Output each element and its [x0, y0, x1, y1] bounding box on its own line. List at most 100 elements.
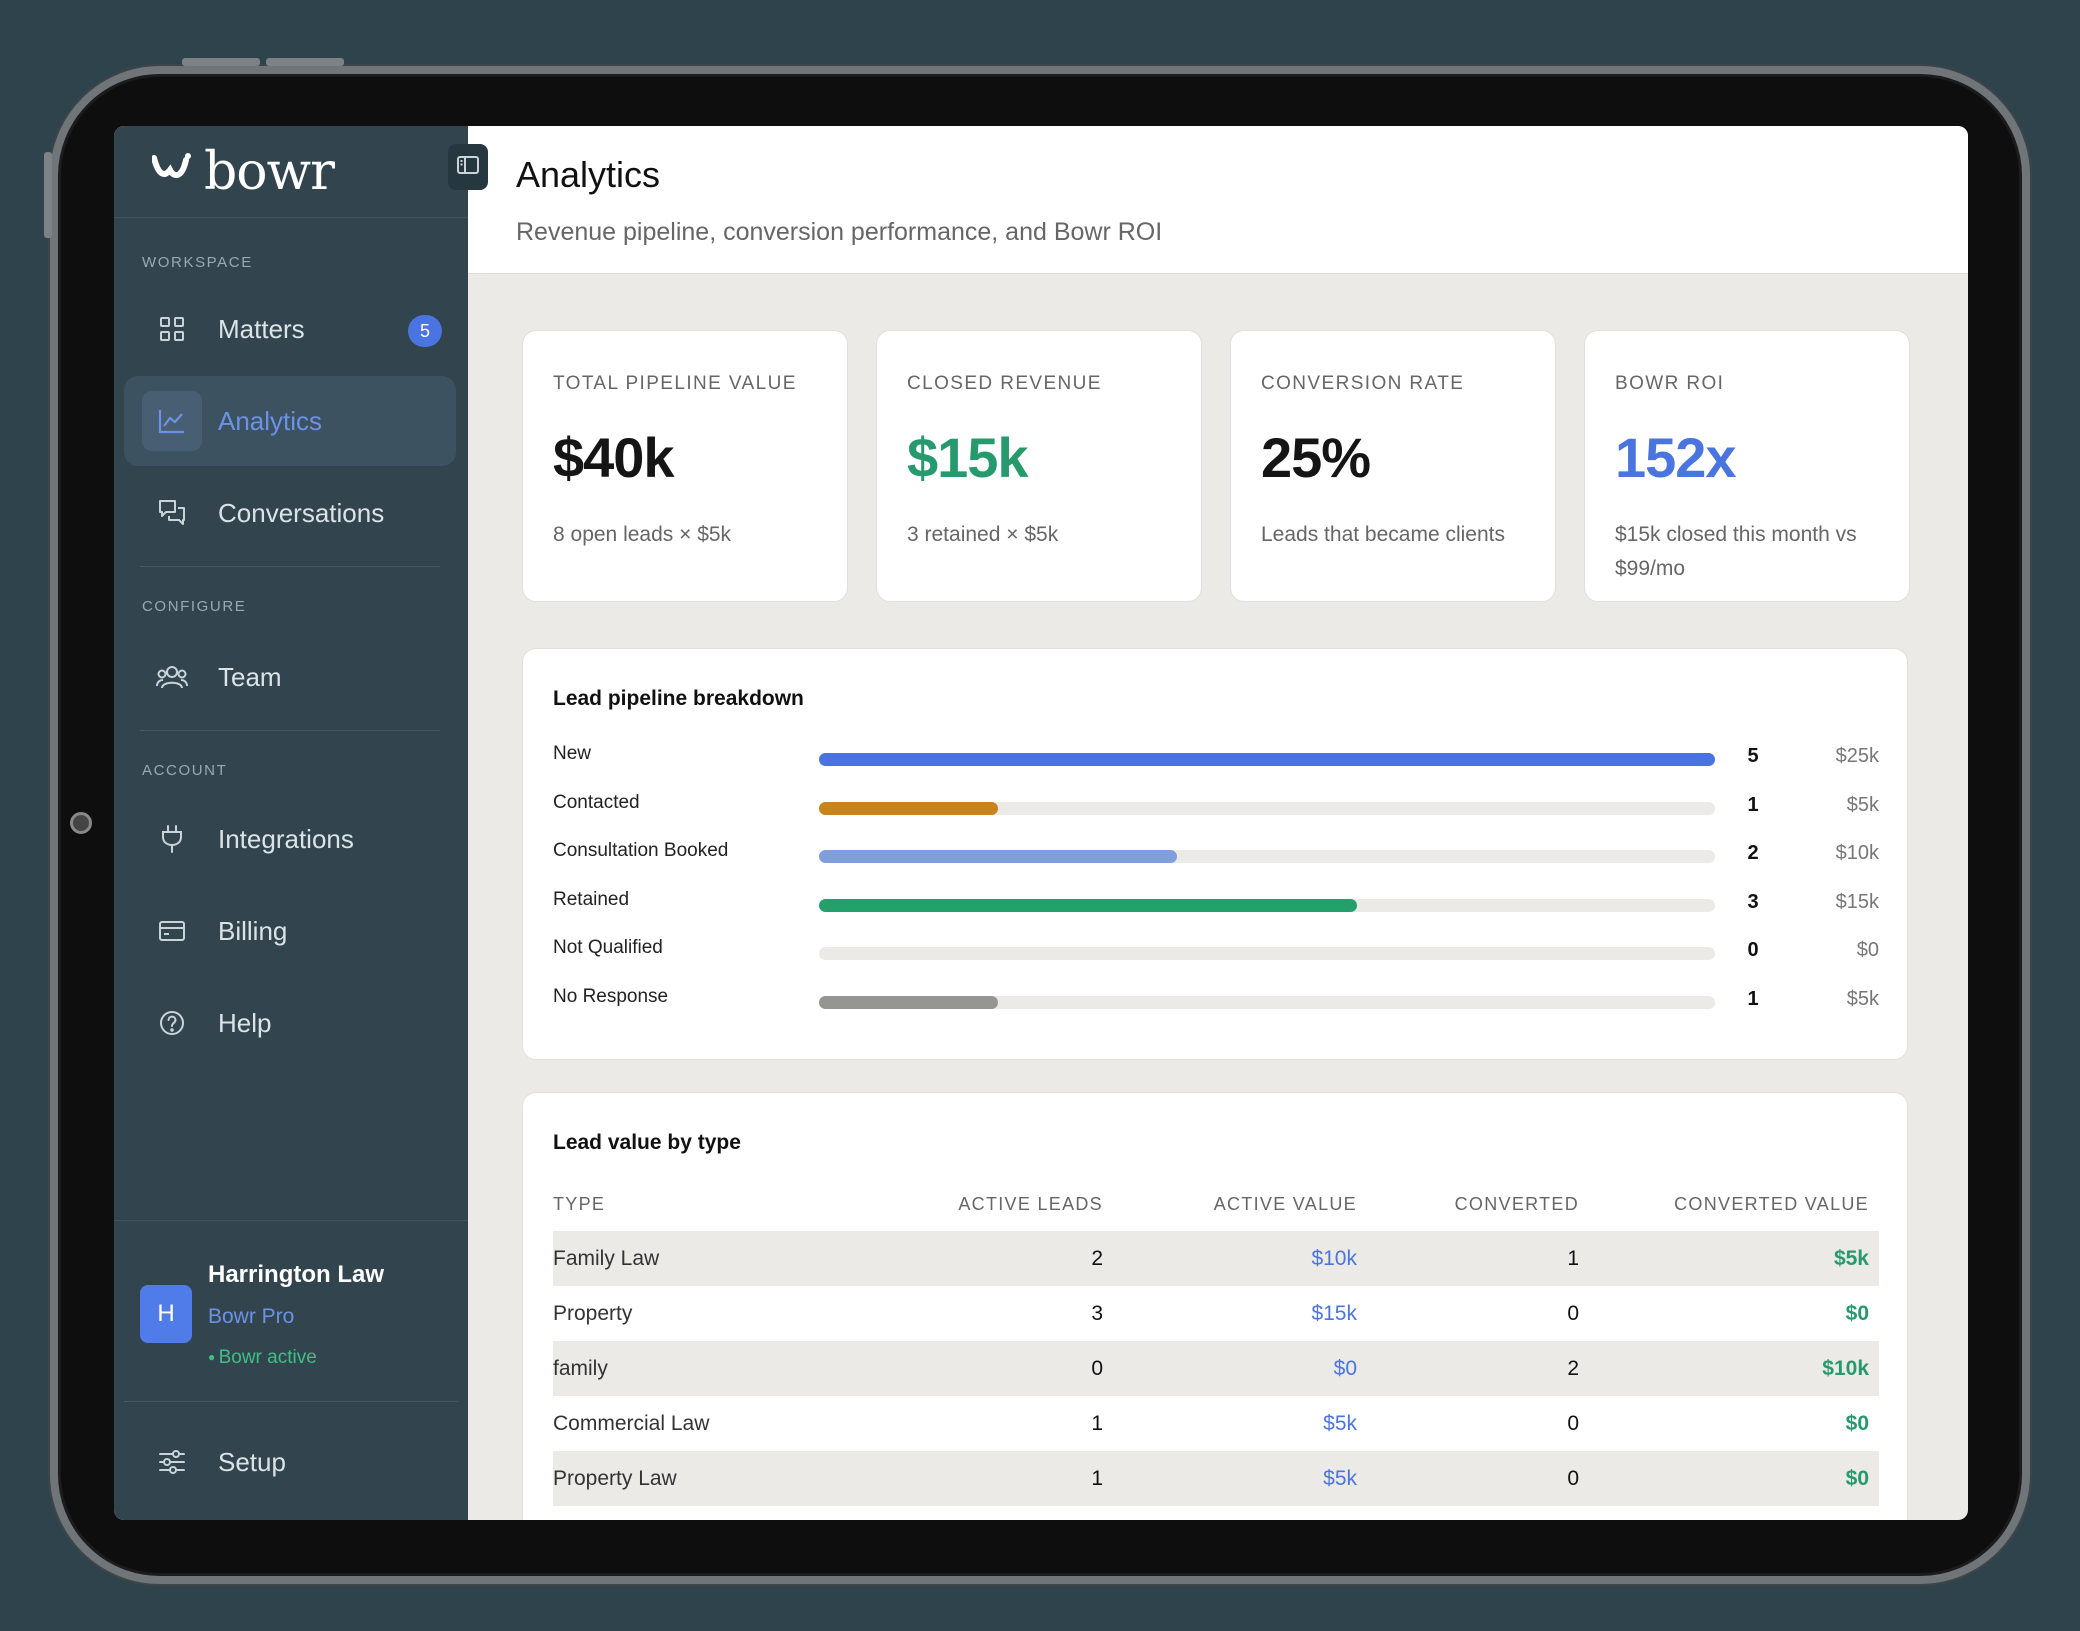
pipeline-stage-label: New — [553, 743, 592, 764]
table-cell: $15k — [1311, 1301, 1357, 1325]
table-cell: 2 — [853, 1231, 1113, 1286]
column-header[interactable]: CONVERTED — [1367, 1177, 1589, 1231]
pipeline-stage-label: Contacted — [553, 791, 640, 813]
pipeline-bar-track — [819, 850, 1715, 863]
credit-card-icon — [142, 901, 202, 961]
table-cell: $0 — [1589, 1451, 1879, 1506]
table-cell: 1 — [1091, 1411, 1103, 1435]
sidebar-item-team[interactable]: Team — [124, 632, 456, 722]
pipeline-stage-label: Not Qualified — [553, 937, 663, 958]
panel-title: Lead value by type — [553, 1131, 741, 1154]
pipeline-bar-track — [819, 995, 1715, 1009]
lead-pipeline-panel: Lead pipeline breakdown New 5 $25k Contacte… — [522, 648, 1908, 1060]
table-cell: Property — [553, 1301, 633, 1325]
kpi-value: 25% — [1261, 426, 1371, 489]
brand[interactable]: bowr — [114, 126, 468, 218]
table-cell: 0 — [1567, 1301, 1579, 1325]
sidebar-divider — [140, 566, 440, 567]
sidebar-item-conversations[interactable]: Conversations — [124, 468, 456, 558]
sidebar-item-label: Billing — [218, 915, 288, 946]
table-cell: family — [553, 1341, 853, 1396]
table-cell: $10k — [1113, 1231, 1367, 1286]
pipeline-bar-fill — [819, 801, 999, 815]
pipeline-stage-label: Consultation Booked — [553, 840, 729, 861]
account-plan[interactable]: Bowr Pro — [208, 1305, 294, 1329]
table-row[interactable]: Property 3 $15k 0 $0 — [553, 1286, 1879, 1341]
table-cell: $10k — [1589, 1341, 1879, 1396]
pipeline-row: No Response 1 $5k — [553, 984, 1879, 1014]
pipeline-bar-track — [819, 898, 1715, 912]
kpi-value: $40k — [553, 426, 675, 489]
table-cell: 0 — [1567, 1411, 1579, 1435]
volume-button — [266, 58, 344, 66]
kpi-value: 152x — [1615, 426, 1737, 489]
sidebar-item-analytics[interactable]: Analytics — [124, 376, 456, 466]
page-title: Analytics — [516, 154, 661, 195]
table-row[interactable]: family 0 $0 2 $10k — [553, 1341, 1879, 1396]
kpi-value: $15k — [907, 426, 1029, 489]
sidebar-item-label: Help — [218, 1007, 272, 1038]
pipeline-count: 1 — [1747, 793, 1759, 816]
account-status: Bowr active — [208, 1347, 317, 1369]
pipeline-count: 0 — [1747, 939, 1759, 961]
pipeline-bar-fill — [819, 995, 999, 1009]
main-content: Analytics Revenue pipeline, conversion p… — [468, 126, 1968, 1520]
sidebar-item-matters[interactable]: Matters 5 — [124, 284, 456, 374]
sidebar-item-integrations[interactable]: Integrations — [124, 794, 456, 884]
sidebar-item-billing[interactable]: Billing — [124, 886, 456, 976]
column-header[interactable]: CONVERTED VALUE — [1589, 1177, 1879, 1231]
sidebar-toggle-icon — [457, 155, 479, 179]
pipeline-count: 1 — [1747, 987, 1759, 1010]
camera — [70, 812, 92, 834]
column-header[interactable]: TYPE — [553, 1177, 853, 1231]
power-button — [44, 152, 52, 238]
pipeline-bar-track — [819, 801, 1715, 815]
sidebar-divider — [140, 730, 440, 731]
table-cell: $0 — [1845, 1301, 1869, 1325]
pipeline-row: New 5 $25k — [553, 741, 1879, 771]
grid-icon — [142, 299, 202, 359]
sidebar-divider — [124, 1401, 458, 1402]
section-configure: CONFIGURE — [142, 598, 247, 615]
table-cell: $0 — [1845, 1411, 1869, 1435]
avatar[interactable]: H — [140, 1285, 192, 1343]
kpi-card-conversion-rate: CONVERSION RATE 25% Leads that became cl… — [1230, 330, 1556, 602]
users-icon — [142, 647, 202, 707]
pipeline-bar-track — [819, 753, 1715, 766]
pipeline-count: 2 — [1747, 842, 1759, 864]
table-row[interactable]: Property Law 1 $5k 0 $0 — [553, 1451, 1879, 1506]
sidebar-item-setup[interactable]: Setup — [124, 1417, 456, 1507]
pipeline-value: $5k — [1846, 793, 1879, 816]
column-header[interactable]: ACTIVE LEADS — [853, 1177, 1113, 1231]
pipeline-bar-track — [819, 947, 1715, 960]
kpi-label: CLOSED REVENUE — [907, 373, 1102, 394]
kpi-label: CONVERSION RATE — [1261, 373, 1465, 394]
table-cell: Commercial Law — [553, 1411, 710, 1435]
sidebar-item-help[interactable]: Help — [124, 978, 456, 1068]
pipeline-stage-label: Retained — [553, 888, 630, 910]
chat-icon — [142, 483, 202, 543]
section-workspace: WORKSPACE — [142, 254, 253, 271]
panel-title: Lead pipeline breakdown — [553, 687, 804, 710]
table-cell: $5k — [1323, 1411, 1357, 1435]
table-header-row: TYPE ACTIVE LEADS ACTIVE VALUE CONVERTED… — [553, 1177, 1879, 1231]
column-header[interactable]: ACTIVE VALUE — [1113, 1177, 1367, 1231]
table-cell: $5k — [1113, 1451, 1367, 1506]
table-cell: 1 — [1367, 1231, 1589, 1286]
kpi-card-pipeline-value: TOTAL PIPELINE VALUE $40k 8 open leads ×… — [522, 330, 848, 602]
table-row[interactable]: Commercial Law 1 $5k 0 $0 — [553, 1396, 1879, 1451]
pipeline-value: $25k — [1835, 745, 1879, 767]
account-name[interactable]: Harrington Law — [208, 1261, 384, 1289]
sidebar-toggle-button[interactable] — [448, 144, 488, 190]
table-cell: Property Law — [553, 1451, 853, 1506]
pipeline-count: 5 — [1747, 745, 1759, 767]
pipeline-count: 3 — [1747, 890, 1759, 913]
page-subtitle: Revenue pipeline, conversion performance… — [516, 218, 1163, 246]
sidebar-item-label: Matters — [218, 313, 305, 344]
table-cell: 1 — [853, 1451, 1113, 1506]
table-row[interactable]: Family Law 2 $10k 1 $5k — [553, 1231, 1879, 1286]
kpi-subtext: Leads that became clients — [1261, 523, 1505, 546]
sidebar-item-label: Analytics — [218, 405, 323, 436]
sidebar: bowr WORKSPACE Matters 5 Analytics Conve… — [114, 126, 468, 1520]
pipeline-value: $5k — [1846, 987, 1879, 1010]
